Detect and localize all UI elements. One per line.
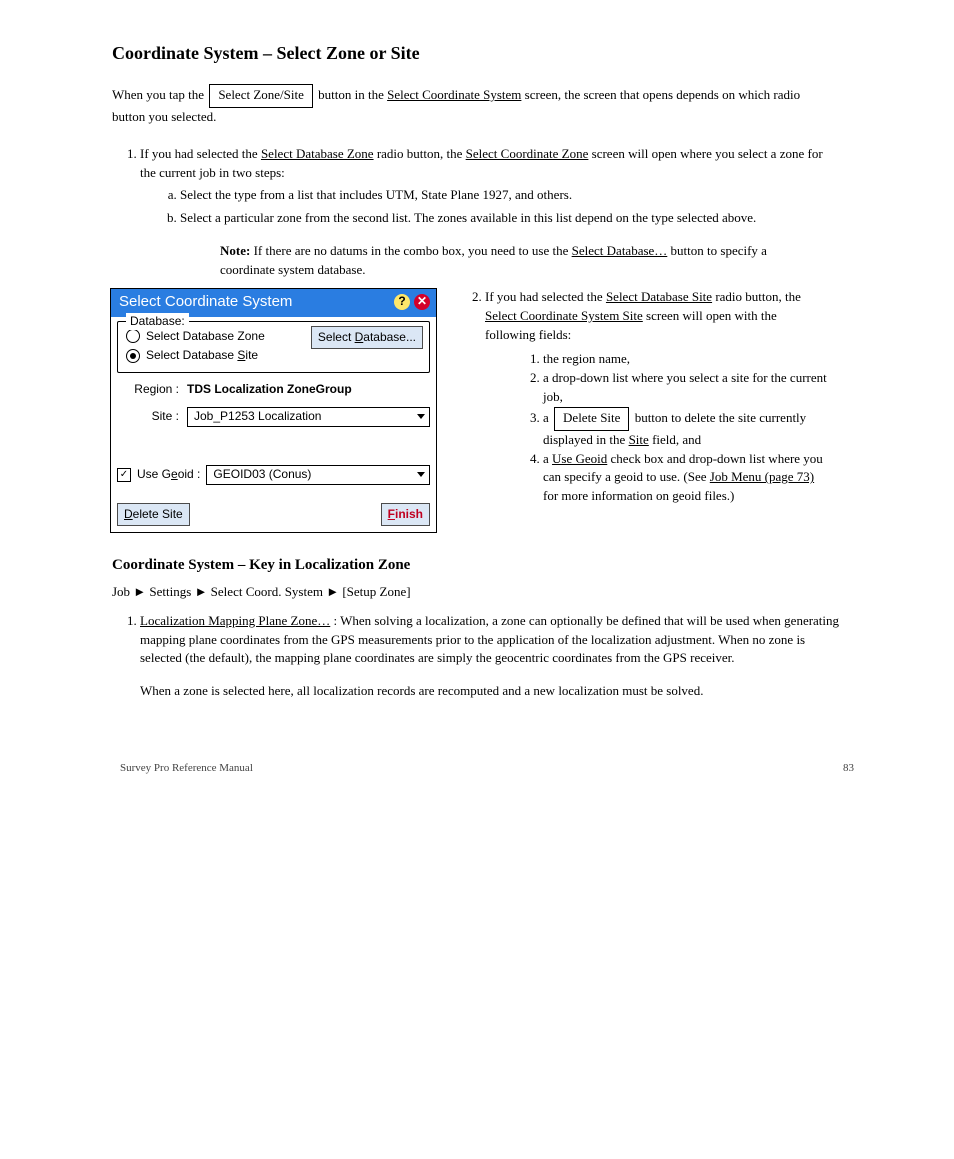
step-1: If you had selected the Select Database … (140, 145, 840, 228)
chevron-down-icon (417, 472, 425, 477)
help-icon[interactable]: ? (394, 294, 410, 310)
step2-item3: a Delete Site button to delete the site … (543, 407, 827, 450)
footer-left: Survey Pro Reference Manual (120, 761, 253, 777)
delete-site-button[interactable]: Delete Site (117, 503, 190, 526)
page-title: Coordinate System – Select Zone or Site (112, 40, 874, 66)
sec2-para: When a zone is selected here, all locali… (140, 682, 820, 701)
dialog-title: Select Coordinate System (119, 291, 390, 313)
radio-icon (126, 349, 140, 363)
database-fieldset: Database: Select Database... Select Data… (117, 321, 430, 374)
sec2-ul: Localization Mapping Plane Zone… (140, 613, 330, 628)
s23pre: a (543, 410, 552, 425)
radio-site-label: Select Database Site (146, 347, 258, 364)
region-value: TDS Localization ZoneGroup (187, 381, 352, 398)
select-coord-system-dialog: Select Coordinate System ? ✕ Database: S… (110, 288, 437, 533)
step2-mid: radio button, the (715, 289, 801, 304)
step1-ul2: Select Coordinate Zone (466, 146, 589, 161)
step2-pre: If you had selected the (485, 289, 606, 304)
delete-site-box: Delete Site (554, 407, 629, 431)
note-body: If there are no datums in the combo box,… (254, 243, 572, 258)
step1-ul: Select Database Zone (261, 146, 374, 161)
step1a: Select the type from a list that include… (180, 186, 840, 205)
site-select[interactable]: Job_P1253 Localization (187, 407, 430, 427)
chevron-down-icon (417, 414, 425, 419)
geoid-row: ✓ Use Geoid : GEOID03 (Conus) (117, 465, 430, 485)
note-paragraph: Note: If there are no datums in the comb… (220, 242, 780, 280)
radio-icon (126, 329, 140, 343)
step2-block: If you had selected the Select Database … (467, 288, 827, 520)
step1-pre: If you had selected the (140, 146, 261, 161)
step2-item2: a drop-down list where you select a site… (543, 369, 827, 407)
section2-title: Coordinate System – Key in Localization … (112, 555, 874, 577)
use-geoid-label: Use Geoid : (137, 466, 200, 483)
intro-mid: button in the (318, 87, 387, 102)
s24pre: a (543, 451, 552, 466)
section2-breadcrumb: Job ► Settings ► Select Coord. System ► … (112, 583, 874, 602)
close-icon[interactable]: ✕ (414, 294, 430, 310)
s24ul2: Job Menu (page 73) (710, 469, 814, 484)
footer-right: 83 (843, 761, 854, 777)
site-row: Site : Job_P1253 Localization (117, 407, 430, 427)
step2-item1: the region name, (543, 350, 827, 369)
step2-ul2: Select Coordinate System Site (485, 308, 643, 323)
step1b: Select a particular zone from the second… (180, 209, 840, 228)
note-lead: Note: (220, 243, 250, 258)
page-footer: Survey Pro Reference Manual 83 (100, 761, 874, 777)
region-label: Region : (117, 381, 187, 398)
intro-paragraph: When you tap the Select Zone/Site button… (112, 84, 832, 127)
intro-ul1: Select Coordinate System (387, 87, 521, 102)
sec2-step1: Localization Mapping Plane Zone… : When … (140, 612, 840, 669)
step-2: If you had selected the Select Database … (485, 288, 827, 506)
site-select-value: Job_P1253 Localization (194, 408, 321, 425)
select-database-button-label: Select Database... (318, 330, 416, 344)
intro-pre: When you tap the (112, 87, 207, 102)
radio-zone-label: Select Database Zone (146, 328, 265, 345)
site-label: Site : (117, 408, 187, 425)
select-zone-site-button-label: Select Zone/Site (209, 84, 313, 108)
finish-button[interactable]: Finish (381, 503, 430, 526)
s24ul: Use Geoid (552, 451, 607, 466)
note-ul: Select Database… (572, 243, 668, 258)
s24post: for more information on geoid files.) (543, 488, 734, 503)
step2-item4: a Use Geoid check box and drop-down list… (543, 450, 827, 507)
geoid-select[interactable]: GEOID03 (Conus) (206, 465, 430, 485)
step2-ul: Select Database Site (606, 289, 712, 304)
s23ul: Site (629, 432, 649, 447)
database-legend: Database: (126, 313, 189, 330)
s23post: field, and (652, 432, 701, 447)
region-row: Region : TDS Localization ZoneGroup (117, 381, 430, 398)
step1-mid: radio button, the (377, 146, 466, 161)
radio-site[interactable]: Select Database Site (126, 347, 423, 364)
use-geoid-checkbox[interactable]: ✓ (117, 468, 131, 482)
select-database-button[interactable]: Select Database... (311, 326, 423, 349)
geoid-select-value: GEOID03 (Conus) (213, 466, 311, 483)
